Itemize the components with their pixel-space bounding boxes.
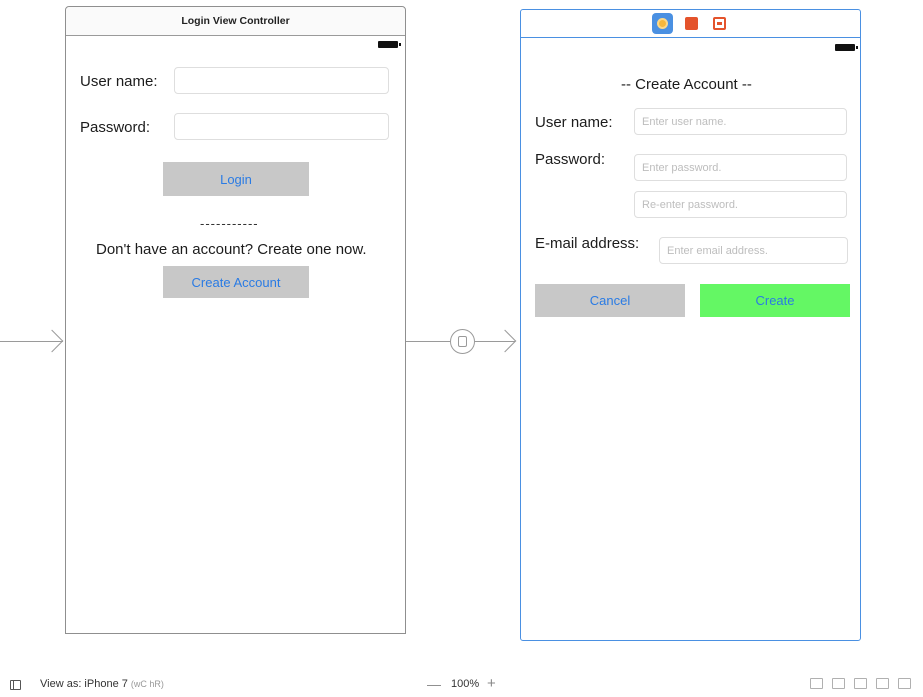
email-field[interactable]: Enter email address. <box>659 237 848 264</box>
storyboard-canvas[interactable]: Login View Controller User name: Passwor… <box>0 0 923 660</box>
pin-icon[interactable] <box>876 678 889 689</box>
cancel-button[interactable]: Cancel <box>535 284 685 317</box>
separator-label: ----------- <box>200 216 259 231</box>
password-label: Password: <box>80 119 151 136</box>
create-heading: -- Create Account -- <box>621 76 752 93</box>
initial-vc-arrowhead <box>40 329 64 353</box>
password-field[interactable] <box>174 113 389 140</box>
battery-icon <box>835 44 858 51</box>
password-label: Password: <box>535 151 606 168</box>
view-controller-icon[interactable] <box>652 13 673 34</box>
battery-icon <box>378 41 401 48</box>
first-responder-cube-icon[interactable] <box>682 14 701 33</box>
create-prompt-label: Don't have an account? Create one now. <box>96 241 367 258</box>
segue-icon[interactable] <box>450 329 475 354</box>
segue-line-left <box>406 341 450 342</box>
segue-arrowhead <box>493 329 517 353</box>
resolve-icon[interactable] <box>898 678 911 689</box>
create-button[interactable]: Create <box>700 284 850 317</box>
align-icon[interactable] <box>854 678 867 689</box>
password-field[interactable]: Enter password. <box>634 154 847 181</box>
username-field[interactable] <box>174 67 389 94</box>
zoom-out-button[interactable]: — <box>427 676 441 692</box>
email-label: E-mail address: <box>535 235 640 252</box>
layout-tools <box>810 678 911 689</box>
reenter-password-field[interactable]: Re-enter password. <box>634 191 847 218</box>
login-scene[interactable]: Login View Controller User name: Passwor… <box>65 6 406 634</box>
view-as-selector[interactable]: View as: iPhone 7 (wC hR) <box>40 678 164 690</box>
create-account-scene[interactable]: -- Create Account -- User name: Enter us… <box>520 9 861 641</box>
stack-icon[interactable] <box>832 678 845 689</box>
username-field[interactable]: Enter user name. <box>634 108 847 135</box>
embed-stack-icon[interactable] <box>810 678 823 689</box>
username-label: User name: <box>535 114 613 131</box>
size-class-label: (wC hR) <box>130 679 164 689</box>
zoom-level: 100% <box>451 678 480 690</box>
login-scene-title[interactable]: Login View Controller <box>66 7 405 36</box>
bottom-bar: View as: iPhone 7 (wC hR) — 100% + <box>0 673 923 697</box>
sidebar-toggle-icon[interactable] <box>10 680 21 690</box>
scene-dock <box>521 10 860 38</box>
create-account-button[interactable]: Create Account <box>163 266 309 298</box>
view-as-label: View as: iPhone 7 <box>40 678 128 690</box>
exit-icon[interactable] <box>710 14 729 33</box>
zoom-in-button[interactable]: + <box>487 675 496 692</box>
username-label: User name: <box>80 73 158 90</box>
segue-glyph <box>458 336 467 347</box>
login-button[interactable]: Login <box>163 162 309 196</box>
